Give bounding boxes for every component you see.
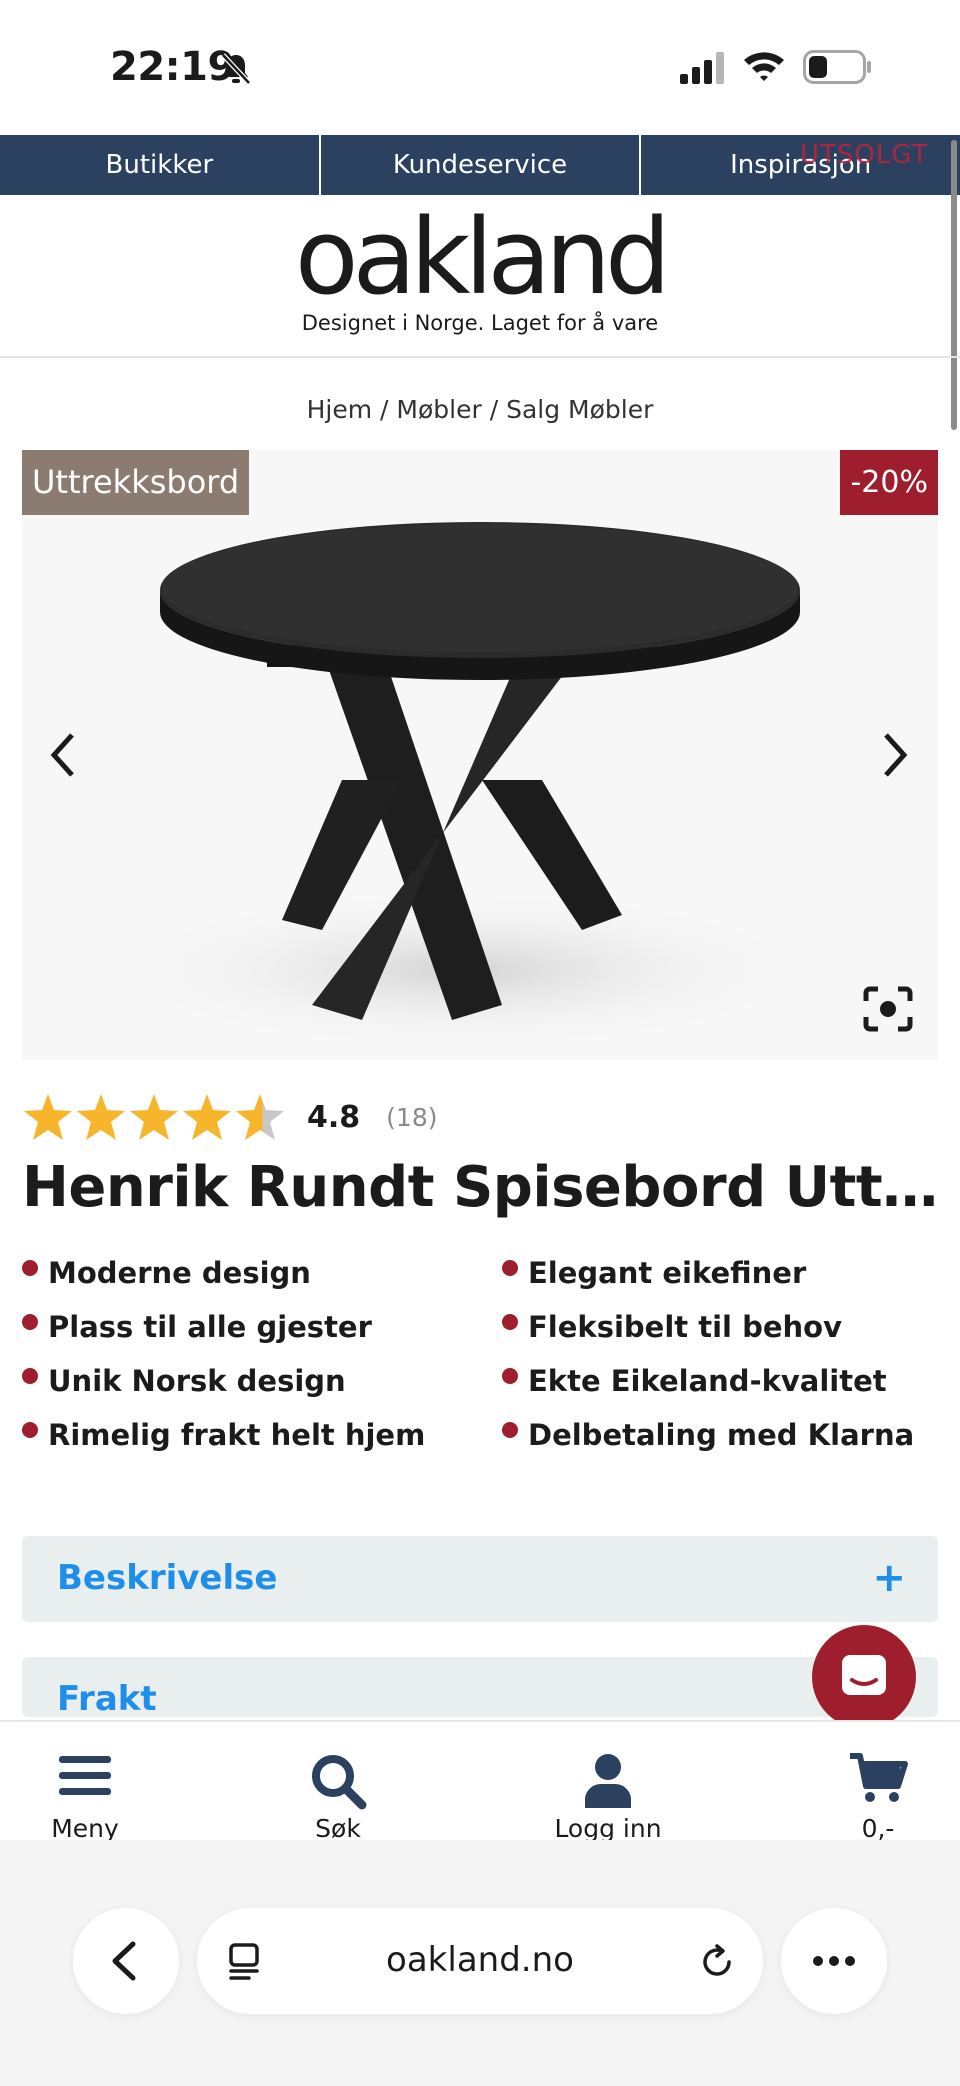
- nav-kundeservice[interactable]: Kundeservice: [321, 135, 642, 195]
- feature-item: Moderne design: [22, 1255, 502, 1291]
- feature-list: Moderne design Elegant eikefiner Plass t…: [22, 1255, 942, 1453]
- bullet-icon: [22, 1422, 38, 1438]
- wifi-icon: [744, 52, 784, 81]
- cart-total: 0,-: [861, 1814, 895, 1843]
- header-logo-area: oakland Designet i Norge. Laget for å va…: [0, 195, 960, 358]
- accordion-title: Frakt: [57, 1679, 157, 1719]
- feature-item: Ekte Eikeland-kvalitet: [502, 1363, 942, 1399]
- feature-label: Plass til alle gjester: [48, 1310, 372, 1344]
- feature-label: Rimelig frakt helt hjem: [48, 1418, 426, 1452]
- bottom-nav: Meny Søk Logg inn 0,-: [0, 1720, 960, 1843]
- feature-label: Delbetaling med Klarna: [528, 1418, 915, 1452]
- feature-label: Unik Norsk design: [48, 1364, 346, 1398]
- reload-icon[interactable]: [697, 1942, 737, 1982]
- discount-badge: -20%: [840, 450, 938, 515]
- menu-label: Meny: [51, 1814, 119, 1843]
- site-logo[interactable]: oakland: [0, 195, 960, 319]
- category-badge: Uttrekksbord: [22, 450, 250, 515]
- cart-icon: [850, 1753, 908, 1802]
- browser-toolbar: oakland.no: [0, 1840, 960, 2086]
- bullet-icon: [502, 1368, 518, 1384]
- star-half-icon: [236, 1094, 284, 1140]
- feature-label: Fleksibelt til behov: [528, 1310, 842, 1344]
- star-icon: [130, 1094, 178, 1140]
- address-bar[interactable]: oakland.no: [197, 1908, 763, 2014]
- product-title: Henrik Rundt Spisebord Uttrekksbord: [22, 1155, 942, 1220]
- feature-item: Delbetaling med Klarna: [502, 1417, 942, 1453]
- feature-item: Rimelig frakt helt hjem: [22, 1417, 502, 1453]
- bullet-icon: [502, 1422, 518, 1438]
- browser-more-button[interactable]: [781, 1908, 887, 2014]
- carousel-next-icon[interactable]: [876, 725, 916, 785]
- search-icon: [312, 1755, 367, 1810]
- bullet-icon: [22, 1368, 38, 1384]
- star-icon: [24, 1094, 72, 1140]
- more-icon: [813, 1956, 855, 1966]
- feature-label: Ekte Eikeland-kvalitet: [528, 1364, 887, 1398]
- feature-item: Elegant eikefiner: [502, 1255, 942, 1291]
- table-photo: [102, 522, 822, 1050]
- bell-muted-icon: [221, 53, 251, 85]
- browser-back-button[interactable]: [73, 1908, 179, 2014]
- review-count[interactable]: (18): [386, 1103, 437, 1132]
- chat-icon: [842, 1655, 886, 1695]
- feature-label: Moderne design: [48, 1256, 311, 1290]
- rating-value: 4.8: [307, 1099, 361, 1135]
- accordion-title: Beskrivelse: [57, 1558, 278, 1598]
- status-bar: 22:19: [0, 0, 960, 135]
- product-image[interactable]: [22, 450, 938, 1060]
- breadcrumb[interactable]: Hjem / Møbler / Salg Møbler: [0, 395, 960, 424]
- star-icon: [77, 1094, 125, 1140]
- chat-button[interactable]: [812, 1625, 916, 1729]
- feature-item: Unik Norsk design: [22, 1363, 502, 1399]
- nav-butikker[interactable]: Butikker: [0, 135, 321, 195]
- plus-icon[interactable]: +: [872, 1558, 906, 1598]
- soldout-label: UTSOLGT: [800, 140, 929, 170]
- bullet-icon: [502, 1314, 518, 1330]
- search-label: Søk: [315, 1814, 361, 1843]
- bullet-icon: [22, 1260, 38, 1276]
- product-rating[interactable]: 4.8 (18): [22, 1092, 437, 1142]
- signal-icon: [680, 52, 724, 84]
- logo-tagline: Designet i Norge. Laget for å vare: [301, 311, 659, 335]
- login-label: Logg inn: [554, 1814, 662, 1843]
- star-icon: [183, 1094, 231, 1140]
- user-icon: [585, 1754, 631, 1808]
- visual-search-icon[interactable]: [862, 985, 914, 1033]
- feature-label: Elegant eikefiner: [528, 1256, 807, 1290]
- hamburger-icon: [59, 1756, 111, 1795]
- feature-item: Plass til alle gjester: [22, 1309, 502, 1345]
- status-time: 22:19: [110, 44, 235, 90]
- bullet-icon: [502, 1260, 518, 1276]
- bullet-icon: [22, 1314, 38, 1330]
- battery-icon: [803, 50, 871, 84]
- carousel-prev-icon[interactable]: [42, 725, 82, 785]
- url-text: oakland.no: [386, 1940, 574, 1980]
- accordion-frakt[interactable]: Frakt: [22, 1657, 938, 1719]
- chevron-left-icon: [112, 1941, 136, 1981]
- rating-stars: [22, 1092, 287, 1142]
- accordion-beskrivelse[interactable]: Beskrivelse +: [22, 1536, 938, 1622]
- feature-item: Fleksibelt til behov: [502, 1309, 942, 1345]
